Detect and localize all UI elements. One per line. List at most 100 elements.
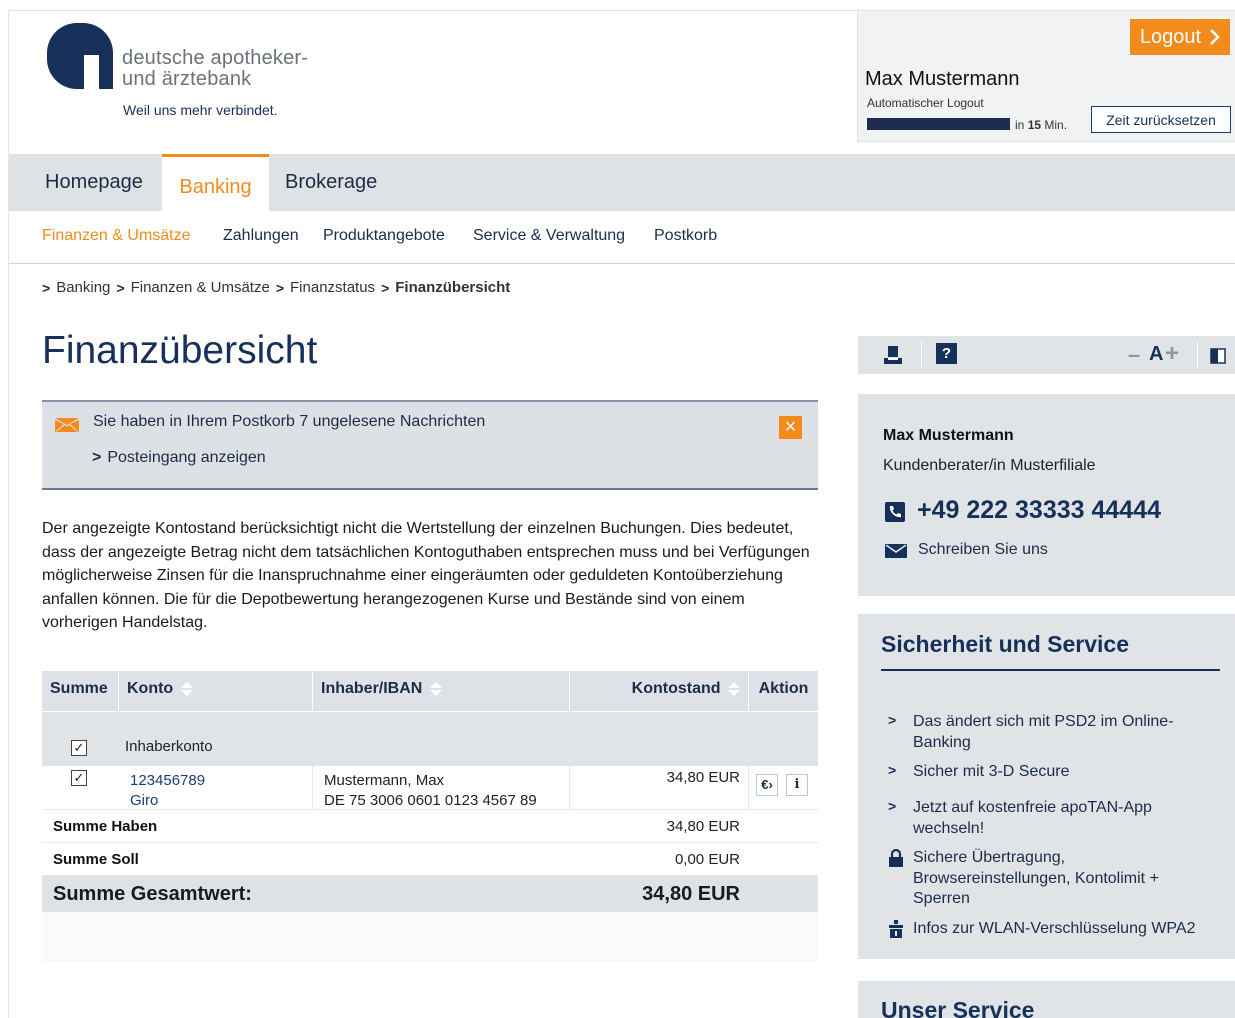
reset-timer-button[interactable]: Zeit zurücksetzen <box>1091 106 1231 133</box>
bank-slogan: Weil uns mehr verbindet. <box>123 102 278 118</box>
table-footer <box>42 912 818 962</box>
col-summe: Summe <box>50 680 108 697</box>
col-inhaber-iban[interactable]: Inhaber/IBAN <box>312 671 569 711</box>
account-balance: 34,80 EUR <box>666 769 740 786</box>
auto-logout-label: Automatischer Logout <box>867 96 984 110</box>
transfer-euro-icon[interactable]: €› <box>756 774 778 796</box>
bank-logo-icon[interactable] <box>47 23 113 89</box>
advisor-role: Kundenberater/in Musterfiliale <box>883 457 1096 474</box>
col-kontostand-label: Kontostand <box>631 680 721 697</box>
accounts-table: Summe Konto Inhaber/IBAN Kontostand Akti… <box>42 671 818 962</box>
our-service-title: Unser Service <box>881 997 1035 1018</box>
subnav-service-verwaltung[interactable]: Service & Verwaltung <box>473 227 625 245</box>
account-type: Giro <box>130 792 159 809</box>
sort-icon <box>728 681 740 696</box>
envelope-icon <box>885 544 907 558</box>
font-increase-icon[interactable]: + <box>1165 340 1179 368</box>
chevron-right-icon: > <box>42 279 51 296</box>
summe-soll-value: 0,00 EUR <box>674 851 740 868</box>
wlan-icon <box>889 920 903 938</box>
timer-prefix: in <box>1015 118 1025 132</box>
write-us-link[interactable]: Schreiben Sie uns <box>918 541 1048 559</box>
chevron-right-icon: > <box>275 279 285 296</box>
logout-timer-text: in 15 Min. <box>1015 118 1067 132</box>
subnav-finanzen-umsaetze[interactable]: Finanzen & Umsätze <box>42 227 191 245</box>
security-link-psd2[interactable]: Das ändert sich mit PSD2 im Online-Banki… <box>913 712 1213 753</box>
tab-brokerage[interactable]: Brokerage <box>285 154 377 211</box>
account-number: 123456789 <box>130 772 206 789</box>
postbox-notice: Sie haben in Ihrem Postkorb 7 ungelesene… <box>42 400 818 490</box>
subnav-produktangebote[interactable]: Produktangebote <box>323 227 445 245</box>
chevron-right-icon: > <box>116 279 125 296</box>
tab-banking[interactable]: Banking <box>162 154 269 211</box>
session-user-name: Max Mustermann <box>865 68 1020 90</box>
print-icon[interactable] <box>883 344 903 366</box>
security-service-panel: Sicherheit und Service > Das ändert sich… <box>858 614 1235 959</box>
bank-name: deutsche apotheker- und ärztebank <box>122 48 308 90</box>
subnav-postkorb[interactable]: Postkorb <box>654 227 717 245</box>
font-size-label: A <box>1149 343 1164 365</box>
summe-haben-row: Summe Haben 34,80 EUR <box>42 810 818 843</box>
account-checkbox[interactable]: ✓ <box>71 770 87 786</box>
account-link[interactable]: 123456789 Giro <box>130 771 205 811</box>
chevron-right-icon: > <box>381 279 390 296</box>
timer-value: 15 <box>1027 118 1042 132</box>
breadcrumb-banking[interactable]: Banking <box>56 279 110 296</box>
chevron-right-icon: > <box>888 712 897 728</box>
security-link-transfer[interactable]: Sichere Übertragung, Browsereinstellunge… <box>913 848 1203 910</box>
security-link-3d-secure[interactable]: Sicher mit 3-D Secure <box>913 762 1213 783</box>
group-label: Inhaberkonto <box>125 738 213 755</box>
breadcrumb-finanzen-umsaetze[interactable]: Finanzen & Umsätze <box>131 279 270 296</box>
inbox-link-label: Posteingang anzeigen <box>107 449 266 466</box>
group-checkbox[interactable]: ✓ <box>71 740 87 756</box>
phone-icon <box>885 502 905 522</box>
inbox-link[interactable]: > Posteingang anzeigen <box>92 449 266 467</box>
breadcrumb: > Banking > Finanzen & Umsätze > Finanzs… <box>42 279 510 296</box>
account-owner: Mustermann, Max <box>324 772 445 789</box>
bank-name-line1: deutsche apotheker- <box>122 47 309 69</box>
total-value: 34,80 EUR <box>642 883 740 905</box>
security-link-apotan[interactable]: Jetzt auf kostenfreie apoTAN-App wechsel… <box>913 798 1203 839</box>
page-toolbar: ? – A + <box>858 336 1235 374</box>
contrast-icon[interactable] <box>1210 348 1226 364</box>
main-nav: Homepage Banking Brokerage <box>9 154 1235 211</box>
account-group-row: ✓ Inhaberkonto <box>42 712 818 766</box>
close-icon[interactable]: × <box>779 416 802 439</box>
timer-unit: Min. <box>1044 118 1068 132</box>
security-link-wlan[interactable]: Infos zur WLAN-Verschlüsselung WPA2 <box>913 919 1213 940</box>
col-aktion: Aktion <box>748 671 818 711</box>
sub-nav: Finanzen & Umsätze Zahlungen Produktange… <box>9 211 1235 264</box>
info-icon[interactable]: i <box>786 774 808 796</box>
table-header: Summe Konto Inhaber/IBAN Kontostand Akti… <box>42 671 818 711</box>
font-decrease-icon[interactable]: – <box>1128 342 1140 368</box>
balance-disclaimer: Der angezeigte Kontostand berücksichtigt… <box>42 520 810 631</box>
breadcrumb-finanzstatus[interactable]: Finanzstatus <box>290 279 375 296</box>
summe-soll-label: Summe Soll <box>53 851 139 868</box>
col-kontostand[interactable]: Kontostand <box>569 671 748 711</box>
session-box: Logout Max Mustermann Automatischer Logo… <box>857 11 1235 142</box>
logout-button[interactable]: Logout <box>1130 19 1230 55</box>
summe-haben-label: Summe Haben <box>53 818 158 835</box>
logout-timer-fill <box>868 119 1009 129</box>
advisor-phone[interactable]: +49 222 33333 44444 <box>917 496 1161 525</box>
total-label: Summe Gesamtwert: <box>53 883 252 905</box>
help-icon[interactable]: ? <box>936 343 957 364</box>
sort-icon <box>429 681 442 696</box>
page: deutsche apotheker- und ärztebank Weil u… <box>8 10 1235 1018</box>
advisor-contact: Max Mustermann Kundenberater/in Musterfi… <box>858 394 1235 596</box>
tab-homepage[interactable]: Homepage <box>45 154 143 211</box>
chevron-right-icon: > <box>92 449 102 466</box>
col-konto[interactable]: Konto <box>118 671 312 711</box>
logout-timer-bar <box>867 118 1010 130</box>
col-inhaber-label: Inhaber/IBAN <box>321 680 423 697</box>
lock-icon <box>889 849 903 867</box>
breadcrumb-current: Finanzübersicht <box>395 279 511 296</box>
page-title: Finanzübersicht <box>42 329 318 372</box>
envelope-icon <box>55 418 79 432</box>
bank-name-line2: und ärztebank <box>122 68 252 90</box>
subnav-zahlungen[interactable]: Zahlungen <box>223 227 299 245</box>
notice-text: Sie haben in Ihrem Postkorb 7 ungelesene… <box>93 413 486 430</box>
summe-haben-value: 34,80 EUR <box>666 818 740 835</box>
total-row: Summe Gesamtwert: 34,80 EUR <box>42 876 818 912</box>
chevron-right-icon: > <box>888 798 897 814</box>
